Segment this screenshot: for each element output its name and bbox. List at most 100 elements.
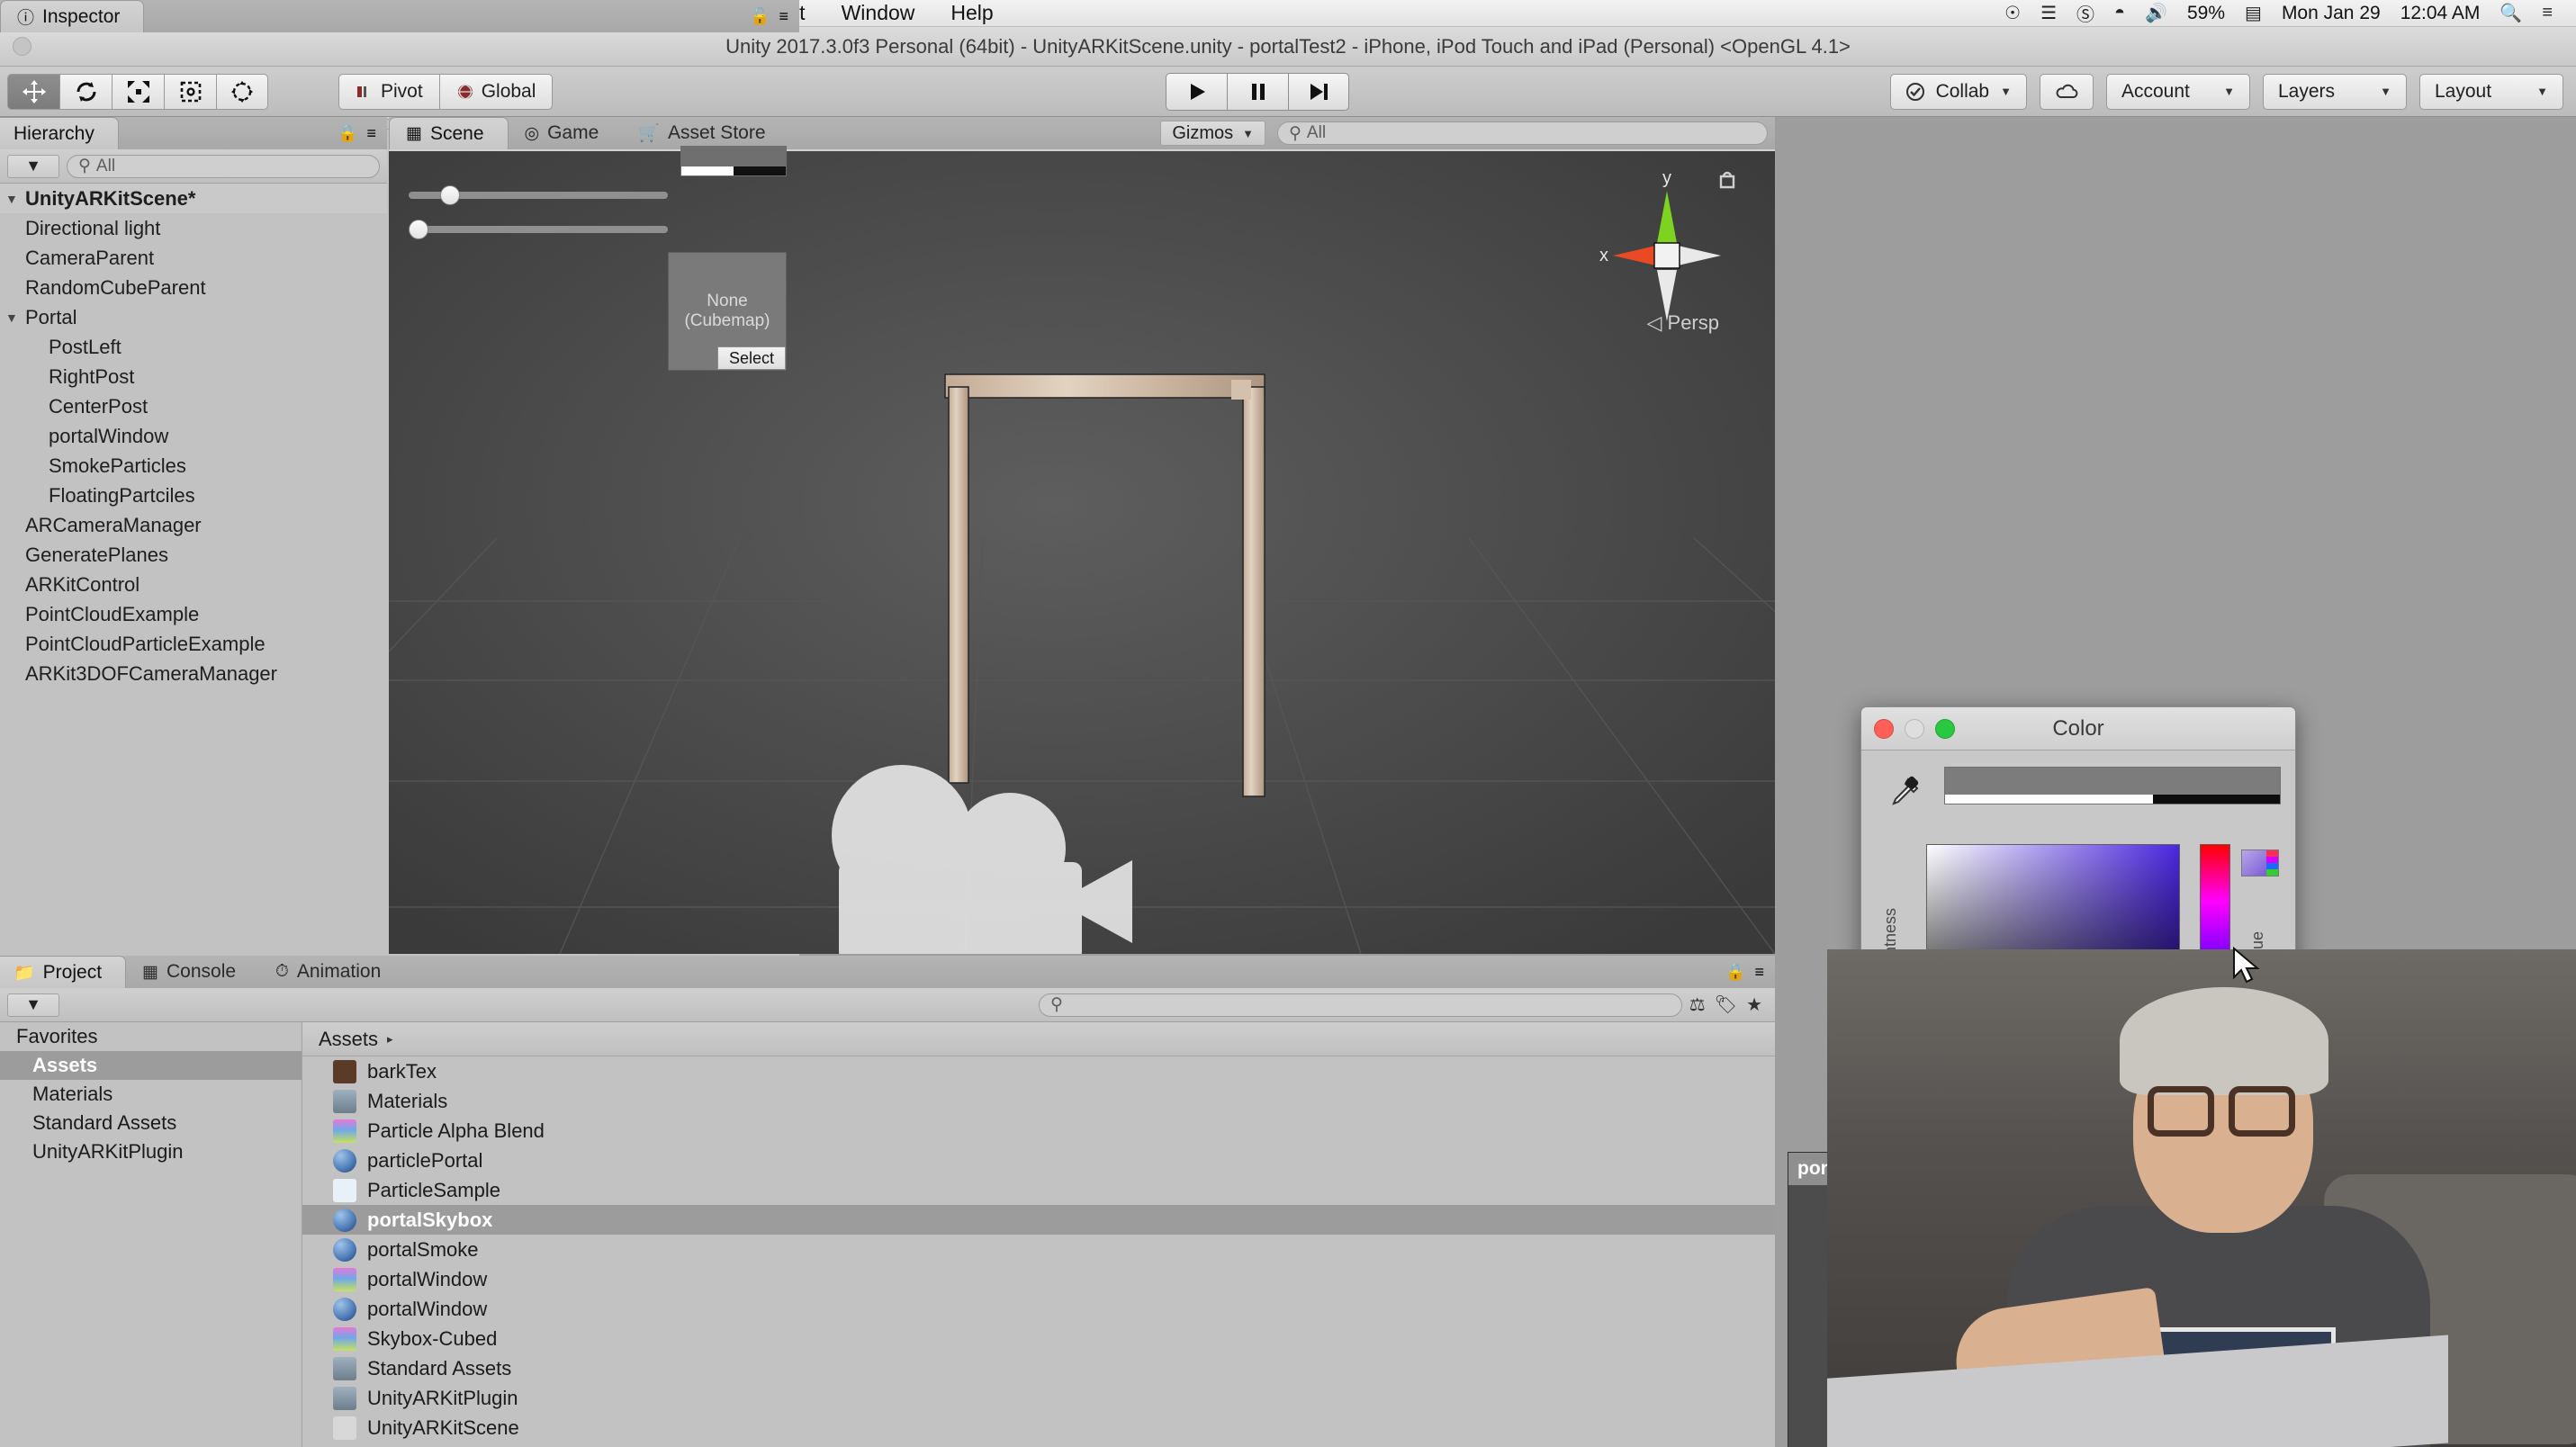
tint-color-swatch[interactable] xyxy=(680,146,787,176)
exposure-slider[interactable] xyxy=(409,185,668,205)
close-icon[interactable] xyxy=(13,37,32,56)
hierarchy-item[interactable]: CenterPost xyxy=(0,391,387,421)
step-button[interactable] xyxy=(1288,72,1349,111)
hierarchy-item[interactable]: RightPost xyxy=(0,362,387,391)
maximize-icon[interactable] xyxy=(1935,718,1955,739)
asset-row[interactable]: ParticleSample xyxy=(302,1175,1775,1205)
move-tool[interactable] xyxy=(7,73,59,110)
filter-by-type-icon[interactable]: ⚖ xyxy=(1689,993,1706,1016)
gizmos-button[interactable]: Gizmos ▼ xyxy=(1160,121,1265,146)
rotate-tool[interactable] xyxy=(59,73,112,110)
tab-animation[interactable]: ⏱ Animation xyxy=(259,956,404,988)
pivot-button[interactable]: Pivot xyxy=(338,73,439,110)
tab-inspector[interactable]: ⓘ Inspector xyxy=(0,0,145,32)
project-tree-header[interactable]: Favorites xyxy=(0,1022,302,1051)
tab-game[interactable]: ◎ Game xyxy=(509,117,623,149)
breadcrumb[interactable]: Assets ▸ xyxy=(302,1022,1775,1056)
menu-item-window[interactable]: Window xyxy=(824,1,933,25)
favorite-icon[interactable]: ★ xyxy=(1746,993,1762,1016)
asset-row[interactable]: UnityARKitScene xyxy=(302,1413,1775,1443)
cubemap-object-field[interactable]: None (Cubemap) Select xyxy=(668,252,787,371)
scale-tool[interactable] xyxy=(112,73,164,110)
hierarchy-item[interactable]: ▼ Portal xyxy=(0,302,387,332)
kebab-icon[interactable]: ≡ xyxy=(1754,963,1764,982)
notification-center-icon[interactable]: ≡ xyxy=(2542,3,2553,23)
scene-viewport[interactable]: y x ◁ Persp xyxy=(389,151,1775,954)
hierarchy-item[interactable]: GeneratePlanes xyxy=(0,540,387,570)
asset-row[interactable]: Skybox-Cubed xyxy=(302,1324,1775,1353)
asset-row[interactable]: portalWindow xyxy=(302,1264,1775,1294)
pause-button[interactable] xyxy=(1227,72,1288,111)
lock-icon[interactable]: 🔓 xyxy=(750,7,770,26)
play-button[interactable] xyxy=(1166,72,1227,111)
close-icon[interactable] xyxy=(1874,718,1894,739)
tab-project[interactable]: 📁 Project xyxy=(0,956,127,988)
hierarchy-item[interactable]: PostLeft xyxy=(0,332,387,362)
asset-row[interactable]: barkTex xyxy=(302,1056,1775,1086)
asset-row[interactable]: portalWindow xyxy=(302,1294,1775,1324)
hierarchy-item[interactable]: ▼ UnityARKitScene* xyxy=(0,184,387,213)
hierarchy-item[interactable]: ARKitControl xyxy=(0,570,387,599)
hierarchy-item[interactable]: ARKit3DOFCameraManager xyxy=(0,659,387,688)
create-button[interactable]: ▼ xyxy=(7,154,59,178)
minimize-icon[interactable] xyxy=(1905,718,1924,739)
rotation-slider[interactable] xyxy=(409,220,668,239)
global-button[interactable]: Global xyxy=(438,73,554,110)
project-tree-item[interactable]: UnityARKitPlugin xyxy=(0,1137,302,1166)
collab-button[interactable]: Collab ▼ xyxy=(1889,73,2027,110)
cubemap-select-button[interactable]: Select xyxy=(716,346,786,370)
scene-search-input[interactable]: ⚲ All xyxy=(1277,121,1768,145)
shield-icon[interactable]: Ⓢ xyxy=(2076,0,2094,26)
lock-icon[interactable]: 🔒 xyxy=(1725,963,1745,982)
kebab-icon[interactable]: ≡ xyxy=(366,124,376,143)
project-folder-tree[interactable]: Favorites Assets Materials Standard Assets U… xyxy=(0,1022,302,1447)
asset-row[interactable]: portalSmoke xyxy=(302,1235,1775,1264)
exposure-slider-knob[interactable] xyxy=(439,185,460,205)
project-search-input[interactable]: ⚲ xyxy=(1039,993,1682,1017)
disclosure-triangle-icon[interactable]: ▼ xyxy=(5,310,25,325)
tab-scene[interactable]: ▦ Scene xyxy=(389,117,509,149)
hierarchy-search-input[interactable]: ⚲ All xyxy=(67,154,380,178)
kebab-icon[interactable]: ≡ xyxy=(779,7,788,26)
asset-row[interactable]: UnityARKitPlugin xyxy=(302,1383,1775,1413)
battery-icon[interactable]: ▤ xyxy=(2245,2,2262,24)
tab-hierarchy[interactable]: Hierarchy xyxy=(0,117,119,149)
disclosure-triangle-icon[interactable]: ▼ xyxy=(5,192,25,206)
asset-row[interactable]: portalSkybox xyxy=(302,1205,1775,1235)
hierarchy-item[interactable]: FloatingPartciles xyxy=(0,481,387,510)
hierarchy-item[interactable]: portalWindow xyxy=(0,421,387,451)
wifi-icon[interactable]: ◓ xyxy=(2114,3,2125,23)
tab-console[interactable]: ▦ Console xyxy=(126,956,259,988)
hierarchy-list[interactable]: ▼ UnityARKitScene* Directional light Camera… xyxy=(0,184,387,954)
project-create-button[interactable]: ▼ xyxy=(7,993,59,1017)
cloud-button[interactable] xyxy=(2040,73,2094,110)
volume-icon[interactable]: 🔊 xyxy=(2145,2,2167,24)
tab-asset-store[interactable]: 🛒 Asset Store xyxy=(622,117,788,149)
menu-item-help[interactable]: Help xyxy=(932,1,1011,25)
asset-row[interactable]: Standard Assets xyxy=(302,1353,1775,1383)
layers-button[interactable]: Layers ▼ xyxy=(2263,73,2407,110)
hierarchy-item[interactable]: ARCameraManager xyxy=(0,510,387,540)
dropbox-icon[interactable]: ☉ xyxy=(2004,2,2021,24)
account-button[interactable]: Account ▼ xyxy=(2106,73,2250,110)
asset-row[interactable]: Materials xyxy=(302,1086,1775,1116)
menu-bars-icon[interactable]: ☰ xyxy=(2040,2,2057,24)
hierarchy-item[interactable]: PointCloudExample xyxy=(0,599,387,629)
asset-row[interactable]: particlePortal xyxy=(302,1146,1775,1175)
hierarchy-item[interactable]: SmokeParticles xyxy=(0,451,387,481)
rect-tool[interactable] xyxy=(164,73,216,110)
layout-button[interactable]: Layout ▼ xyxy=(2419,73,2563,110)
filter-by-label-icon[interactable]: 🏷 xyxy=(1715,993,1737,1016)
rotation-slider-knob[interactable] xyxy=(409,220,428,239)
project-tree-item[interactable]: Standard Assets xyxy=(0,1109,302,1137)
spotlight-icon[interactable]: 🔍 xyxy=(2499,2,2522,24)
projection-label-row[interactable]: ◁ Persp xyxy=(1646,311,1719,335)
color-swatch-icon[interactable] xyxy=(2241,849,2279,876)
lock-icon[interactable]: 🔒 xyxy=(338,124,357,143)
asset-row[interactable]: Particle Alpha Blend xyxy=(302,1116,1775,1146)
hierarchy-item[interactable]: CameraParent xyxy=(0,243,387,273)
hierarchy-item[interactable]: Directional light xyxy=(0,213,387,243)
hierarchy-item[interactable]: PointCloudParticleExample xyxy=(0,629,387,659)
project-tree-item[interactable]: Assets xyxy=(0,1051,302,1080)
asset-list[interactable]: barkTex Materials Particle Alpha Blend part… xyxy=(302,1056,1775,1443)
